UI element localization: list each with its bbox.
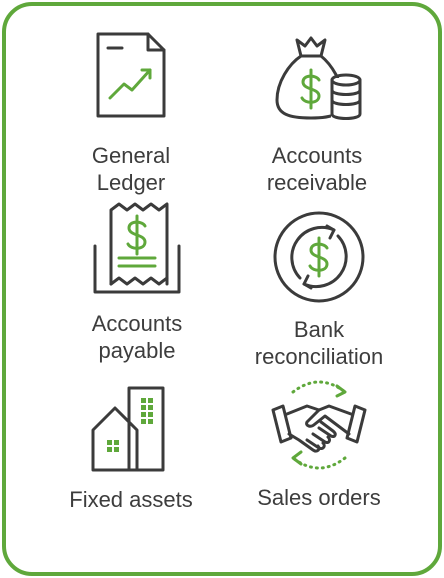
feature-general-ledger: General Ledger [36,30,226,196]
label-general-ledger: General Ledger [91,143,171,195]
ledger-chart-icon [96,32,166,118]
feature-accounts-payable: Accounts payable [42,200,232,364]
receipt-icon [93,202,181,294]
feature-bank-reconciliation: Bank reconciliation [224,210,414,370]
handshake-icon [271,380,367,470]
features-card: General Ledger Accounts receivable Accou… [2,2,442,576]
label-fixed-assets: Fixed assets [69,487,193,512]
dollar-cycle-icon [273,211,365,303]
feature-fixed-assets: Fixed assets [36,384,226,513]
money-bag-coins-icon [275,36,362,120]
label-accounts-receivable: Accounts receivable [266,143,368,195]
label-accounts-payable: Accounts payable [91,311,183,363]
buildings-icon [91,386,165,472]
label-bank-reconciliation: Bank reconciliation [254,317,384,369]
feature-sales-orders: Sales orders [224,376,414,511]
label-sales-orders: Sales orders [257,485,381,510]
feature-accounts-receivable: Accounts receivable [222,34,412,196]
